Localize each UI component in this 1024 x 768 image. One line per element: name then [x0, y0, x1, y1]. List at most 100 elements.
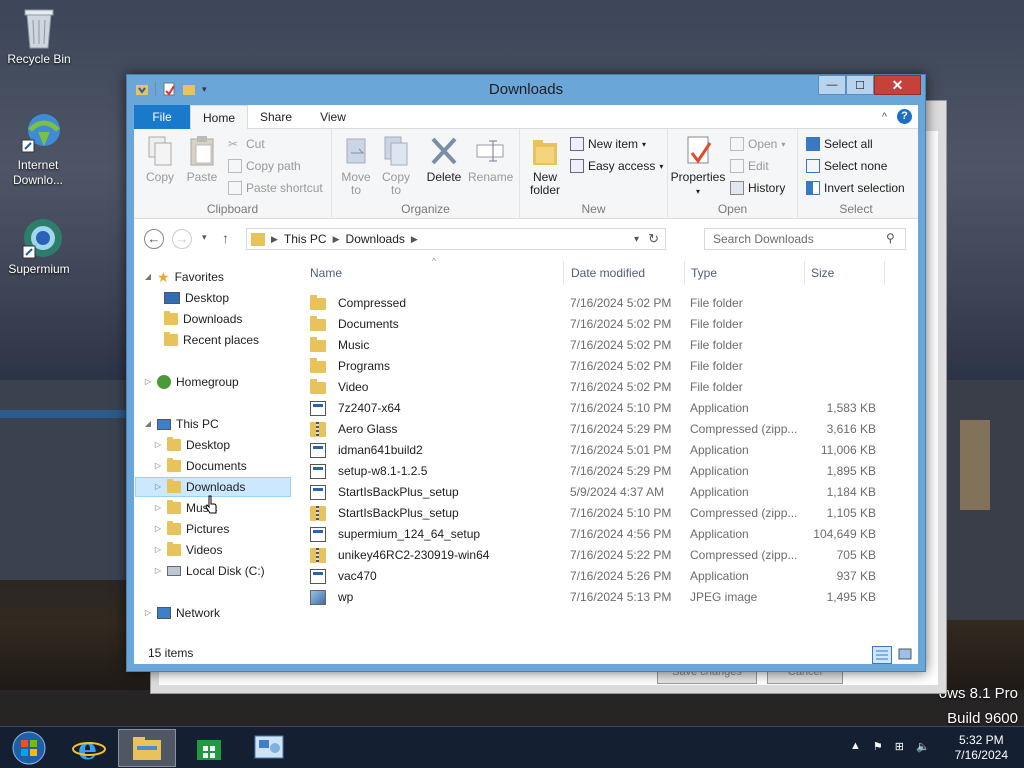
- file-row[interactable]: wp 7/16/2024 5:13 PM JPEG image 1,495 KB: [310, 587, 890, 608]
- nav-pc-videos[interactable]: ▷ Videos: [154, 540, 222, 560]
- file-row[interactable]: Music 7/16/2024 5:02 PM File folder: [310, 335, 890, 356]
- nav-pc-downloads[interactable]: ▷ Downloads: [135, 477, 291, 497]
- title-bar[interactable]: ▾ Downloads — ☐ ✕: [127, 75, 925, 105]
- file-row[interactable]: Documents 7/16/2024 5:02 PM File folder: [310, 314, 890, 335]
- file-row[interactable]: idman641build2 7/16/2024 5:01 PM Applicati…: [310, 440, 890, 461]
- search-icon[interactable]: ⚲: [886, 231, 895, 245]
- nav-fav-downloads[interactable]: Downloads: [164, 309, 242, 329]
- new-folder-button[interactable]: New folder: [526, 135, 564, 197]
- clock[interactable]: 5:32 PM 7/16/2024: [955, 733, 1008, 763]
- supermium-icon: [19, 216, 62, 259]
- help-icon[interactable]: ?: [897, 109, 912, 124]
- file-size: 705 KB: [836, 548, 876, 562]
- column-header-date[interactable]: Date modified: [565, 261, 685, 285]
- file-row[interactable]: Programs 7/16/2024 5:02 PM File folder: [310, 356, 890, 377]
- breadcrumb-separator[interactable]: ▶: [411, 234, 418, 245]
- file-row[interactable]: Video 7/16/2024 5:02 PM File folder: [310, 377, 890, 398]
- nav-pc-pictures[interactable]: ▷ Pictures: [154, 519, 229, 539]
- up-arrow-icon[interactable]: ↑: [222, 230, 229, 246]
- nav-homegroup[interactable]: ▷ Homegroup: [144, 372, 239, 392]
- nav-this-pc[interactable]: ◢ This PC: [144, 414, 219, 434]
- new-item-button[interactable]: New item ▾: [570, 137, 646, 151]
- close-button[interactable]: ✕: [874, 75, 921, 95]
- file-row[interactable]: Compressed 7/16/2024 5:02 PM File folder: [310, 293, 890, 314]
- taskbar-store[interactable]: [180, 729, 238, 767]
- details-view-button[interactable]: [872, 646, 892, 664]
- recent-locations-chevron-icon[interactable]: ▾: [202, 232, 207, 243]
- address-bar[interactable]: ▶ This PC ▶ Downloads ▶ ▾ ↻: [246, 228, 666, 250]
- nav-pc-desktop[interactable]: ▷ Desktop: [154, 435, 230, 455]
- breadcrumb-this-pc[interactable]: This PC: [284, 232, 327, 246]
- nav-fav-desktop[interactable]: Desktop: [164, 288, 229, 308]
- nav-pc-local-disk[interactable]: ▷ Local Disk (C:): [154, 561, 265, 581]
- breadcrumb-separator[interactable]: ▶: [333, 234, 340, 245]
- file-type: Application: [690, 401, 749, 415]
- select-all-button[interactable]: Select all: [806, 137, 873, 151]
- start-button[interactable]: [0, 729, 58, 767]
- nav-fav-recent[interactable]: Recent places: [164, 330, 259, 350]
- computer-icon: [157, 418, 171, 430]
- search-input[interactable]: Search Downloads: [704, 228, 906, 250]
- easy-access-button[interactable]: Easy access ▾: [570, 159, 663, 173]
- nav-pc-documents[interactable]: ▷ Documents: [154, 456, 247, 476]
- delete-button[interactable]: Delete: [424, 135, 464, 184]
- svg-text:e: e: [78, 732, 97, 765]
- volume-icon[interactable]: 🔈: [916, 740, 930, 753]
- breadcrumb-downloads[interactable]: Downloads: [346, 232, 405, 246]
- nav-favorites[interactable]: ◢ ★ Favorites: [144, 267, 224, 287]
- move-to-button[interactable]: Move to: [338, 135, 374, 197]
- file-row[interactable]: 7z2407-x64 7/16/2024 5:10 PM Application 1,…: [310, 398, 890, 419]
- refresh-icon[interactable]: ↻: [648, 231, 659, 247]
- file-name: unikey46RC2-230919-win64: [338, 548, 490, 562]
- nav-network[interactable]: ▷ Network: [144, 603, 220, 623]
- show-hidden-icons-icon[interactable]: ▲: [850, 740, 861, 753]
- zip-file-icon: [310, 548, 326, 563]
- network-tray-icon[interactable]: ⊞: [895, 740, 904, 753]
- paste-button[interactable]: Paste: [184, 135, 220, 184]
- column-header-size[interactable]: Size: [805, 261, 885, 285]
- properties-button[interactable]: Properties ▾: [670, 135, 726, 198]
- desktop-icon-internet-download-manager[interactable]: Internet Downlo...: [0, 112, 80, 188]
- file-row[interactable]: supermium_124_64_setup 7/16/2024 4:56 PM A…: [310, 524, 890, 545]
- cut-button[interactable]: ✂ Cut: [228, 137, 265, 151]
- desktop-icon-supermium[interactable]: Supermium: [0, 216, 81, 277]
- file-row[interactable]: setup-w8.1-1.2.5 7/16/2024 5:29 PM Applica…: [310, 461, 890, 482]
- desktop-icon-recycle-bin[interactable]: Recycle Bin: [0, 6, 81, 67]
- open-button[interactable]: Open ▾: [730, 137, 785, 151]
- copy-path-button[interactable]: Copy path: [228, 159, 301, 173]
- copy-to-button[interactable]: Copy to: [378, 135, 414, 197]
- paste-shortcut-button[interactable]: Paste shortcut: [228, 181, 323, 195]
- maximize-button[interactable]: ☐: [846, 75, 874, 95]
- taskbar-internet-explorer[interactable]: e: [60, 729, 118, 767]
- img-file-icon: [310, 590, 326, 605]
- invert-selection-button[interactable]: Invert selection: [806, 181, 905, 195]
- breadcrumb-separator[interactable]: ▶: [271, 234, 278, 245]
- taskbar-control-panel[interactable]: [240, 729, 298, 767]
- minimize-button[interactable]: —: [818, 75, 846, 95]
- file-row[interactable]: unikey46RC2-230919-win64 7/16/2024 5:22 P…: [310, 545, 890, 566]
- rename-button[interactable]: Rename: [468, 135, 513, 184]
- file-name: Aero Glass: [338, 422, 398, 436]
- file-row[interactable]: StartIsBackPlus_setup 5/9/2024 4:37 AM App…: [310, 482, 890, 503]
- address-dropdown-icon[interactable]: ▾: [634, 234, 639, 245]
- file-row[interactable]: Aero Glass 7/16/2024 5:29 PM Compressed (z…: [310, 419, 890, 440]
- tab-home[interactable]: Home: [190, 105, 248, 130]
- tab-view[interactable]: View: [306, 105, 360, 129]
- select-none-button[interactable]: Select none: [806, 159, 887, 173]
- chevron-up-icon[interactable]: ^: [882, 111, 887, 123]
- copy-button[interactable]: Copy: [144, 135, 176, 184]
- back-button[interactable]: ←: [144, 229, 164, 249]
- column-header-type[interactable]: Type: [685, 261, 805, 285]
- tab-file[interactable]: File: [134, 105, 190, 129]
- file-name: StartIsBackPlus_setup: [338, 506, 459, 520]
- history-button[interactable]: History: [730, 181, 785, 195]
- file-row[interactable]: vac470 7/16/2024 5:26 PM Application 937 KB: [310, 566, 890, 587]
- tab-share[interactable]: Share: [250, 105, 302, 129]
- taskbar-file-explorer[interactable]: [118, 729, 176, 767]
- edit-button[interactable]: Edit: [730, 159, 769, 173]
- action-center-flag-icon[interactable]: ⚑: [873, 740, 883, 753]
- file-row[interactable]: StartIsBackPlus_setup 7/16/2024 5:10 PM Co…: [310, 503, 890, 524]
- large-icons-view-button[interactable]: [896, 646, 916, 664]
- forward-button[interactable]: →: [172, 229, 192, 249]
- file-size: 104,649 KB: [813, 527, 876, 541]
